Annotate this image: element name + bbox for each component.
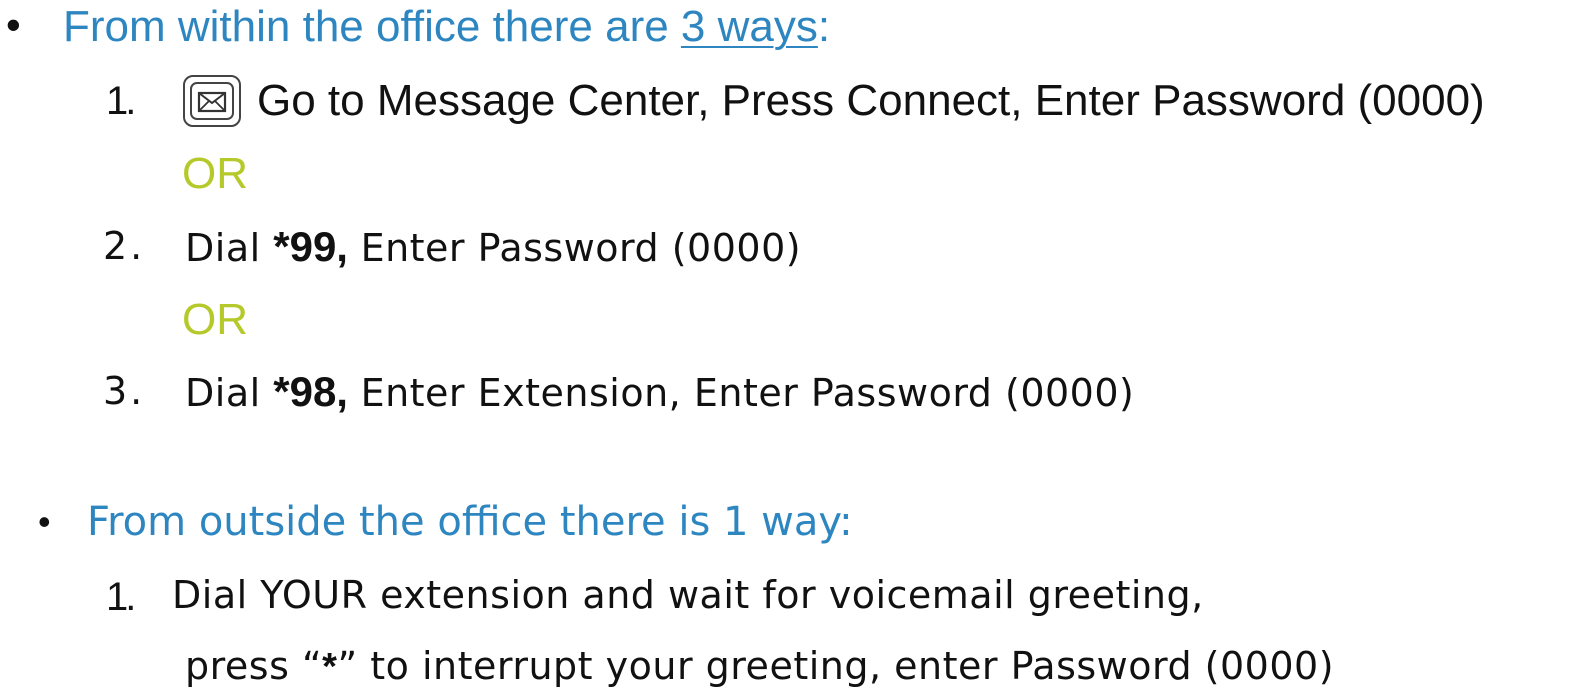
outside-step1-line1: Dial YOUR extension and wait for voicema… — [172, 573, 1204, 617]
step2-number: 2. — [103, 224, 146, 268]
or-separator-1: OR — [182, 149, 248, 198]
step2-prefix: Dial — [185, 226, 274, 270]
heading-inside-prefix: From within the office there are — [63, 2, 681, 51]
step3-code: *98, — [273, 368, 348, 415]
heading-inside-suffix: : — [817, 2, 831, 51]
heading-outside: From outside the office there is 1 way: — [87, 499, 853, 545]
step2-code: *99, — [273, 223, 348, 270]
step3-text: Enter Extension, Enter Password (0000) — [347, 371, 1135, 415]
message-envelope-icon — [183, 75, 241, 127]
outside-step1-star: * — [322, 646, 338, 688]
or-separator-2: OR — [182, 295, 248, 344]
outside-step1-line2: press “*” to interrupt your greeting, en… — [185, 647, 1334, 686]
outside-step1-line2-suffix: ” to interrupt your greeting, enter Pass… — [337, 644, 1335, 688]
three-ways-link[interactable]: 3 ways — [681, 2, 818, 51]
step3-number: 3. — [103, 369, 146, 413]
step2-line: Dial *99, Enter Password (0000) — [185, 226, 801, 268]
step2-text: Enter Password (0000) — [347, 226, 802, 270]
step1-number: 1. — [106, 79, 136, 123]
bullet-outside: • — [38, 501, 51, 542]
outside-step1-number: 1. — [106, 575, 136, 619]
outside-step1-line2-prefix: press “ — [185, 644, 323, 688]
heading-inside: From within the office there are 3 ways: — [63, 5, 830, 49]
step1-text: Go to Message Center, Press Connect, Ent… — [257, 76, 1485, 125]
bullet-inside: • — [6, 1, 21, 48]
step3-prefix: Dial — [185, 371, 274, 415]
step3-line: Dial *98, Enter Extension, Enter Passwor… — [185, 371, 1134, 413]
